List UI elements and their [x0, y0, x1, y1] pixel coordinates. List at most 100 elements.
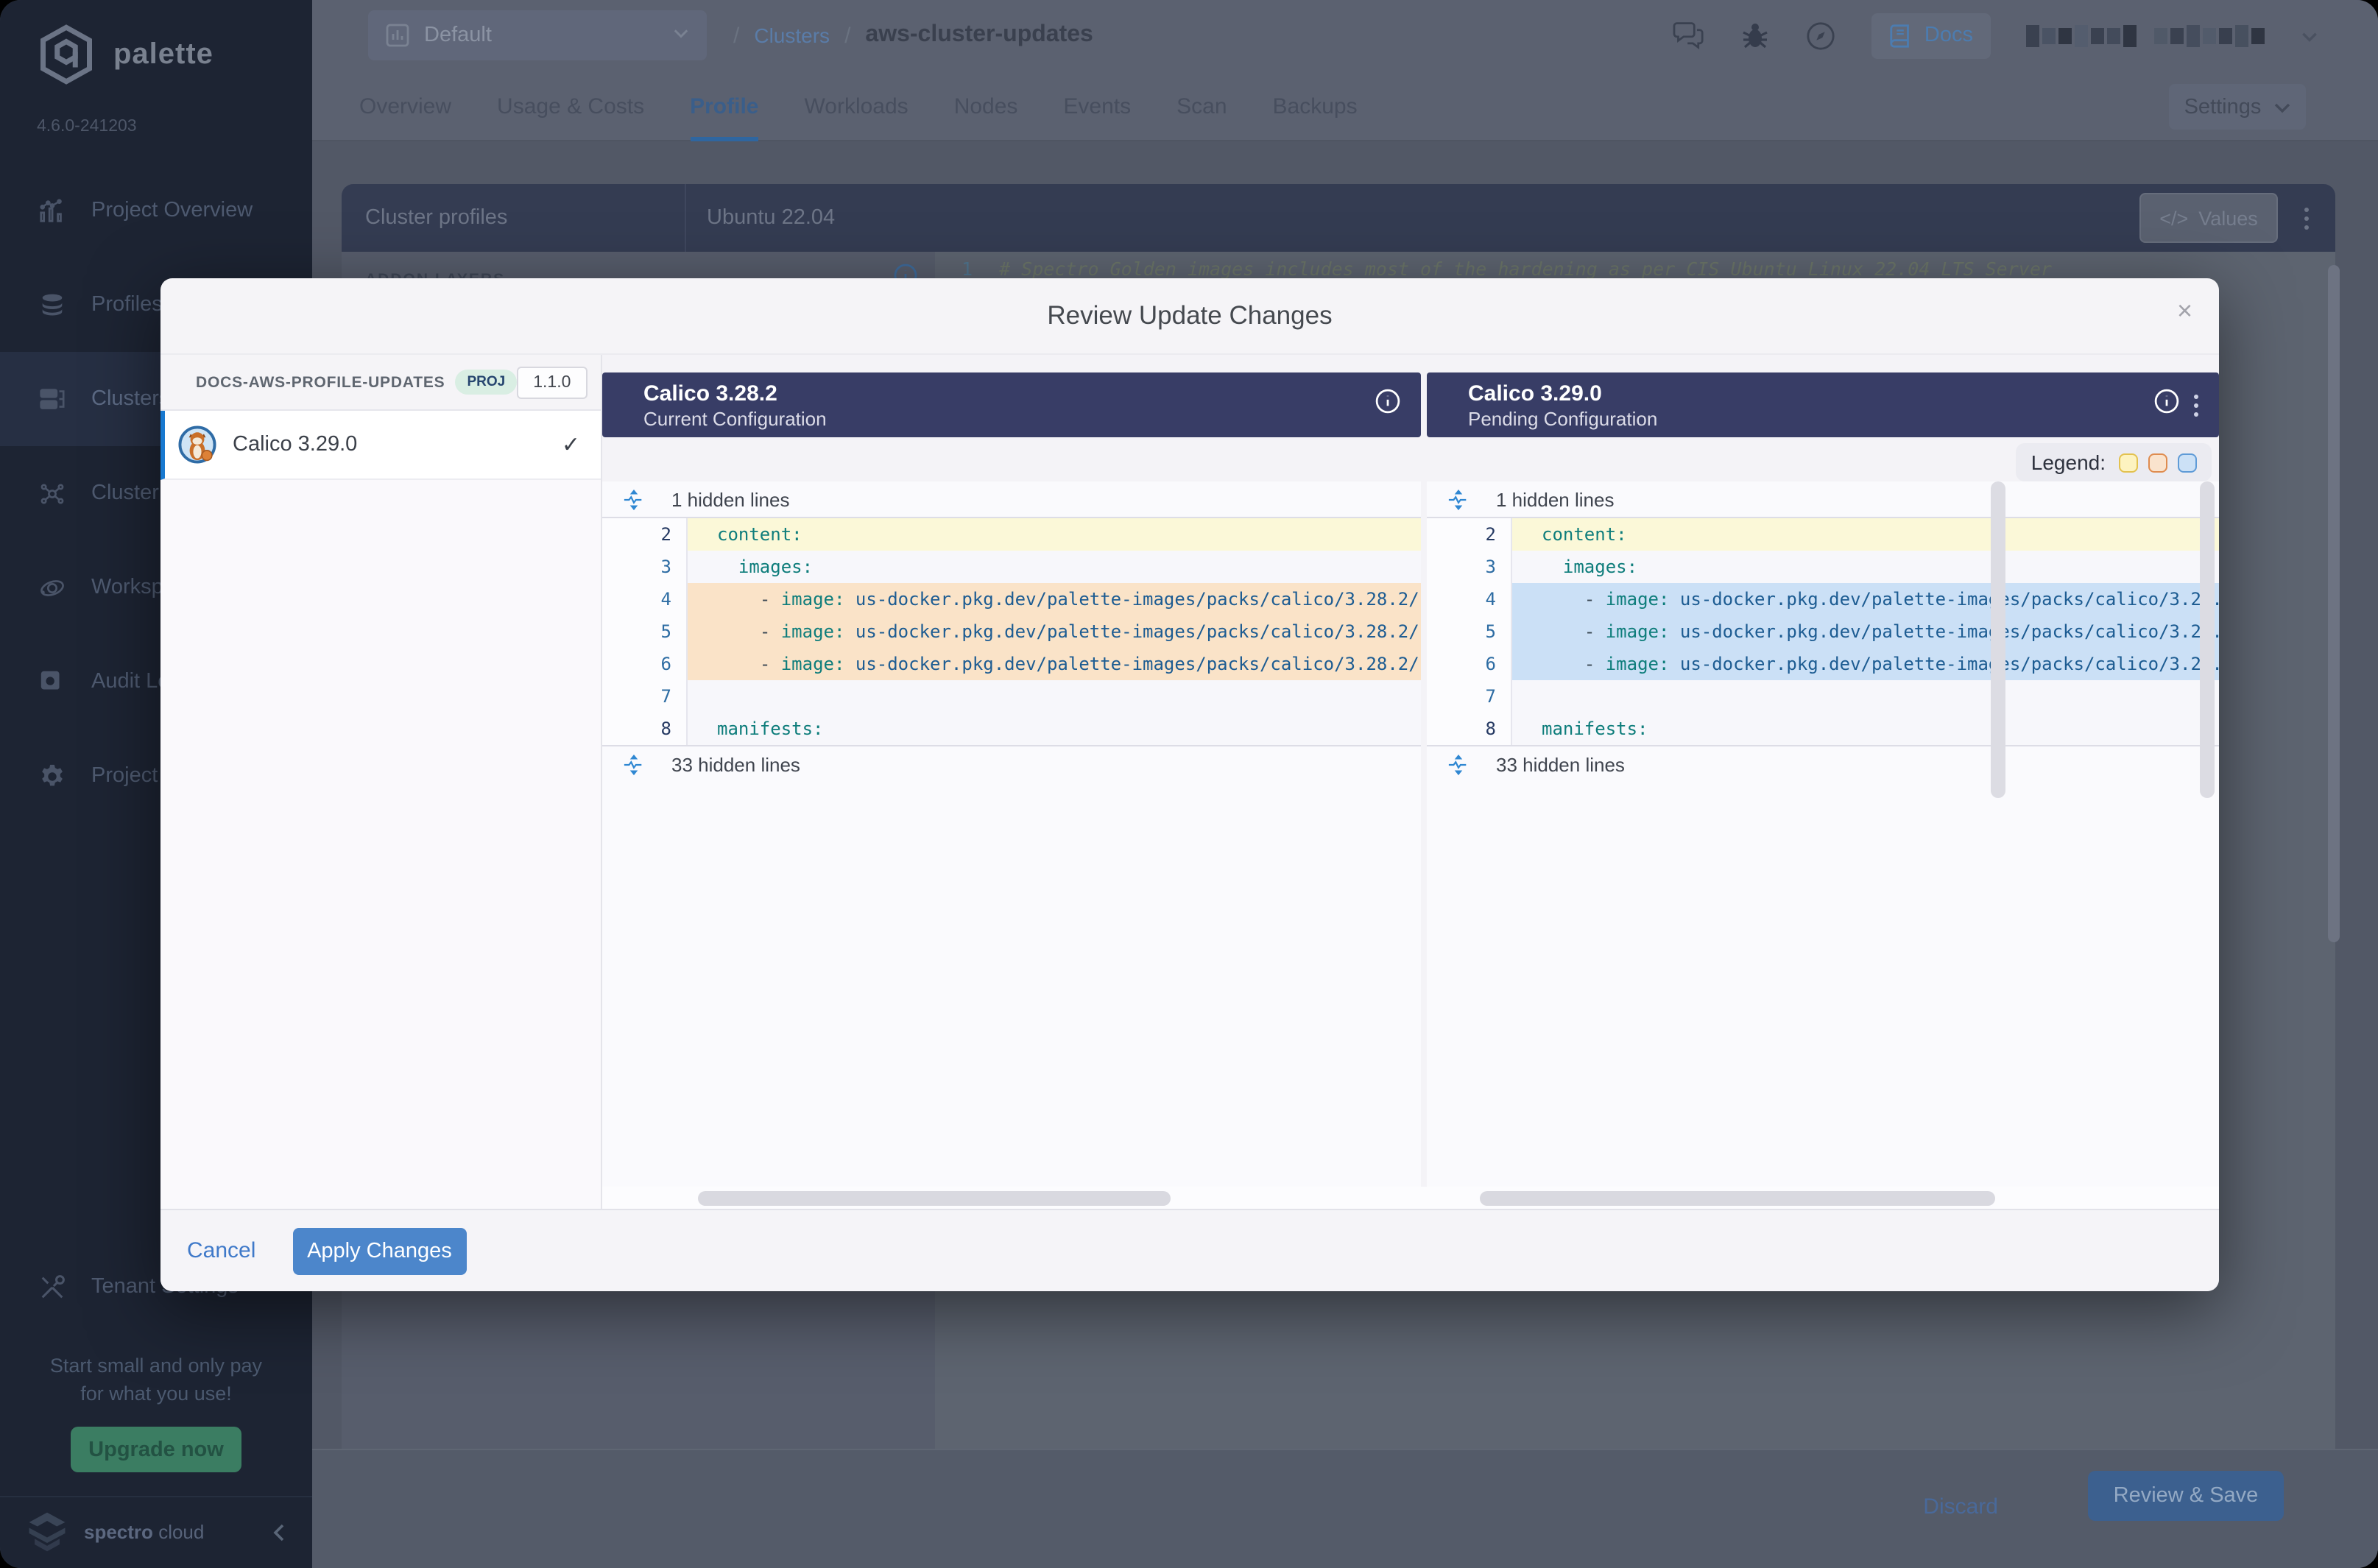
code-line: 7	[602, 680, 1421, 713]
topbar-actions: Docs	[1673, 0, 2319, 71]
spectro-cloud-logo-icon	[24, 1511, 71, 1553]
pending-code-hscrollbar[interactable]	[1480, 1191, 1995, 1206]
line-content: content:	[688, 518, 1421, 551]
feedback-chat-icon[interactable]	[1673, 21, 1705, 50]
editor-line-number: 1	[962, 258, 973, 280]
chevron-left-icon	[271, 1523, 289, 1541]
line-number: 5	[1427, 615, 1512, 648]
values-button[interactable]: </> Values	[2139, 193, 2278, 243]
code-lines: 2content:3 images:4 - image: us-docker.p…	[602, 518, 1421, 745]
expand-hidden-lines-bottom[interactable]: 33 hidden lines	[602, 746, 1421, 782]
current-code-vscrollbar[interactable]	[1991, 481, 2005, 798]
cluster-tabs: Overview Usage & Costs Profile Workloads Nod…	[359, 71, 1358, 141]
legend-swatch-added	[2178, 453, 2197, 472]
breadcrumb-separator: /	[844, 23, 850, 48]
expand-hidden-lines-top[interactable]: 1 hidden lines	[1427, 481, 2219, 517]
page-scrollbar[interactable]	[2328, 265, 2340, 942]
code-line: 7	[1427, 680, 2219, 713]
breadcrumb-link-clusters[interactable]: Clusters	[754, 24, 830, 47]
sidebar-collapse-button[interactable]	[271, 1523, 289, 1541]
legend-swatches	[2119, 453, 2197, 472]
panel-kebab-menu[interactable]	[2304, 207, 2309, 229]
cluster-settings-button[interactable]: Settings	[2169, 84, 2306, 130]
line-number: 4	[1427, 583, 1512, 615]
chevron-down-icon	[2273, 98, 2290, 116]
line-number: 7	[1427, 680, 1512, 713]
legend-swatch-modified	[2119, 453, 2138, 472]
code-line: 8manifests:	[1427, 713, 2219, 745]
app-version: 4.6.0-241203	[37, 118, 137, 135]
profile-name: DOCS-AWS-PROFILE-UPDATES	[196, 373, 445, 391]
user-menu[interactable]	[2026, 24, 2265, 46]
info-icon[interactable]	[2154, 389, 2179, 421]
pack-name: Calico 3.29.0	[233, 433, 357, 456]
code-lines: 2content:3 images:4 - image: us-docker.p…	[1427, 518, 2219, 745]
code-icon: </>	[2159, 207, 2188, 229]
tools-icon	[38, 1273, 66, 1301]
line-number: 3	[1427, 551, 1512, 583]
modal-body: DOCS-AWS-PROFILE-UPDATES PROJ 1.1.0 Cal	[160, 353, 2219, 1209]
pending-code-vscrollbar[interactable]	[2200, 481, 2215, 798]
sidebar-item-project-overview[interactable]: Project Overview	[0, 163, 312, 258]
current-code-hscrollbar[interactable]	[698, 1191, 1171, 1206]
review-save-button[interactable]: Review & Save	[2088, 1471, 2284, 1521]
cancel-button[interactable]: Cancel	[187, 1238, 255, 1263]
settings-label: Settings	[2184, 95, 2262, 119]
project-scope-selector[interactable]: Default	[368, 10, 707, 60]
tab-scan[interactable]: Scan	[1176, 71, 1227, 141]
diff-kebab-menu[interactable]	[2194, 394, 2198, 416]
tab-overview[interactable]: Overview	[359, 71, 451, 141]
redacted-block	[2170, 27, 2184, 43]
app-name: palette	[113, 38, 214, 71]
diff-area: Calico 3.28.2 Current Configuration Cali…	[602, 355, 2219, 1209]
redacted-block	[2251, 27, 2265, 43]
chart-icon	[386, 24, 409, 47]
redacted-block	[2107, 27, 2120, 43]
tab-nodes[interactable]: Nodes	[954, 71, 1018, 141]
breadcrumb-current: aws-cluster-updates	[865, 22, 1093, 49]
current-config-header: Calico 3.28.2 Current Configuration	[602, 372, 1421, 437]
tab-backups[interactable]: Backups	[1273, 71, 1358, 141]
tab-profile[interactable]: Profile	[690, 71, 758, 141]
line-content	[688, 680, 1421, 713]
breadcrumb: / Clusters / aws-cluster-updates	[733, 0, 1093, 71]
legend-label: Legend:	[2031, 451, 2106, 474]
code-line: 5 - image: us-docker.pkg.dev/palette-ima…	[1427, 615, 2219, 648]
tab-usage-costs[interactable]: Usage & Costs	[497, 71, 644, 141]
line-content: - image: us-docker.pkg.dev/palette-image…	[688, 615, 1421, 648]
docs-button[interactable]: Docs	[1871, 13, 1991, 58]
bug-report-icon[interactable]	[1740, 21, 1770, 50]
redacted-block	[2203, 27, 2216, 43]
line-number: 4	[602, 583, 688, 615]
redacted-block	[2058, 27, 2072, 43]
tab-events[interactable]: Events	[1063, 71, 1131, 141]
pack-list-item-calico[interactable]: Calico 3.29.0 ✓	[160, 411, 601, 480]
line-number: 2	[1427, 518, 1512, 551]
pending-config-code: 1 hidden lines 2content:3 images:4 - ima…	[1427, 481, 2219, 1187]
cluster-profiles-title: Cluster profiles	[342, 184, 686, 252]
unfold-icon	[623, 488, 645, 510]
discard-button[interactable]: Discard	[1923, 1494, 1998, 1519]
check-icon: ✓	[562, 431, 580, 458]
help-compass-icon[interactable]	[1805, 20, 1836, 51]
expand-hidden-lines-bottom[interactable]: 33 hidden lines	[1427, 746, 2219, 782]
profile-tree-header[interactable]: DOCS-AWS-PROFILE-UPDATES PROJ 1.1.0	[160, 355, 601, 411]
code-line: 4 - image: us-docker.pkg.dev/palette-ima…	[602, 583, 1421, 615]
legend-swatch-removed	[2148, 453, 2167, 472]
expand-hidden-lines-top[interactable]: 1 hidden lines	[602, 481, 1421, 517]
close-icon[interactable]: ×	[2177, 297, 2192, 324]
chevron-down-icon	[673, 22, 689, 49]
project-scope-value: Default	[424, 24, 492, 47]
line-content: images:	[688, 551, 1421, 583]
editor-line: 1 # Spectro Golden images includes most …	[962, 258, 2316, 280]
profile-version[interactable]: 1.1.0	[517, 366, 587, 398]
apply-changes-button[interactable]: Apply Changes	[292, 1227, 466, 1274]
upgrade-now-button[interactable]: Upgrade now	[71, 1427, 241, 1472]
user-chevron-down-icon[interactable]	[2300, 26, 2319, 45]
info-icon[interactable]	[1375, 389, 1400, 421]
tab-workloads[interactable]: Workloads	[805, 71, 908, 141]
cluster-tabs-bar: Overview Usage & Costs Profile Workloads Nod…	[312, 71, 2378, 141]
hidden-lines-label: 1 hidden lines	[1496, 488, 1614, 510]
palette-logo-icon	[35, 24, 97, 85]
code-line: 5 - image: us-docker.pkg.dev/palette-ima…	[602, 615, 1421, 648]
